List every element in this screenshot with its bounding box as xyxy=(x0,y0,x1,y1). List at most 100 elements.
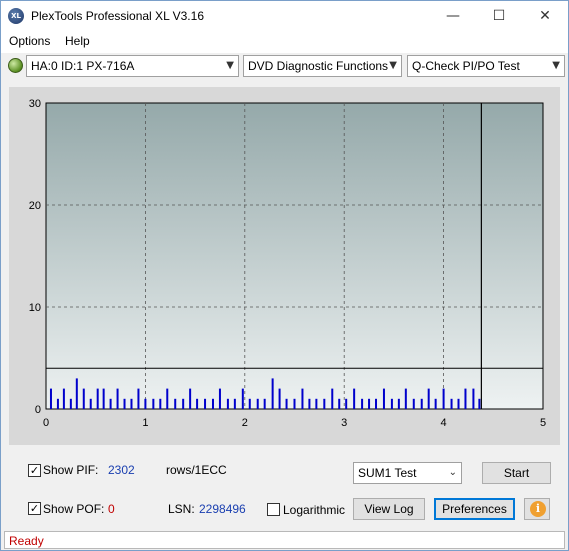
pof-value: 0 xyxy=(108,502,115,516)
pif-bar xyxy=(137,388,140,409)
x-tick-label: 3 xyxy=(341,417,347,429)
y-tick-label: 10 xyxy=(29,302,41,314)
pif-bar xyxy=(412,398,415,409)
pif-bar xyxy=(368,398,371,409)
show-pif-checkbox[interactable]: ✓ xyxy=(28,464,41,477)
pif-bar xyxy=(353,388,356,409)
function-select[interactable]: DVD Diagnostic Functions ▼ xyxy=(243,55,402,77)
status-text: Ready xyxy=(9,534,44,548)
app-logo-icon: XL xyxy=(8,8,24,24)
close-button[interactable]: ✕ xyxy=(522,1,568,31)
pif-bar xyxy=(123,398,126,409)
status-bar: Ready xyxy=(4,531,565,549)
pif-bar xyxy=(75,378,78,409)
chart-panel: 0 1 2 3 4 5 0 10 20 30 xyxy=(9,87,560,445)
show-pof-checkbox[interactable]: ✓ xyxy=(28,502,41,515)
pif-bar xyxy=(315,398,318,409)
info-icon: i xyxy=(530,501,546,517)
pif-bar xyxy=(211,398,214,409)
lsn-value: 2298496 xyxy=(199,502,246,516)
pif-bar xyxy=(278,388,281,409)
start-button[interactable]: Start xyxy=(482,462,551,484)
drive-status-icon xyxy=(8,58,23,73)
logarithmic-label: Logarithmic xyxy=(283,503,346,517)
pif-bar xyxy=(89,398,92,409)
chevron-down-icon: ▼ xyxy=(389,60,397,71)
pif-bar xyxy=(338,398,341,409)
pif-bar xyxy=(241,388,244,409)
pif-value: 2302 xyxy=(108,463,135,477)
pif-bar xyxy=(182,398,185,409)
pif-bar xyxy=(464,388,467,409)
sum-test-select[interactable]: SUM1 Test ⌄ xyxy=(353,462,462,484)
pif-bar xyxy=(331,388,334,409)
pif-bar xyxy=(56,398,59,409)
show-pif-label: Show PIF: xyxy=(43,463,99,477)
pif-bar xyxy=(218,388,221,409)
pif-bar xyxy=(69,398,72,409)
view-log-button[interactable]: View Log xyxy=(353,498,425,520)
pif-bar xyxy=(478,398,481,409)
test-select[interactable]: Q-Check PI/PO Test ▼ xyxy=(407,55,565,77)
pif-bar xyxy=(82,388,85,409)
x-tick-label: 4 xyxy=(441,417,447,429)
logarithmic-checkbox[interactable] xyxy=(267,503,280,516)
window-title: PlexTools Professional XL V3.16 xyxy=(31,9,204,23)
pif-bar xyxy=(293,398,296,409)
pif-bar xyxy=(130,398,133,409)
pif-bar xyxy=(196,398,199,409)
pif-bar xyxy=(248,398,251,409)
pif-bar xyxy=(420,398,423,409)
pif-bar xyxy=(375,398,378,409)
minimize-button[interactable]: — xyxy=(430,1,476,31)
lsn-label: LSN: xyxy=(168,502,195,516)
drive-select[interactable]: HA:0 ID:1 PX-716A ▼ xyxy=(26,55,239,77)
pif-bar xyxy=(427,388,430,409)
info-button[interactable]: i xyxy=(524,498,550,520)
pif-bar xyxy=(189,388,192,409)
pif-bar xyxy=(109,398,112,409)
pif-bar xyxy=(285,398,288,409)
y-tick-label: 30 xyxy=(29,98,41,110)
pif-bar xyxy=(308,398,311,409)
chevron-down-icon: ⌄ xyxy=(448,467,457,478)
pi-po-chart: 0 1 2 3 4 5 0 10 20 30 xyxy=(29,98,546,429)
pif-bar xyxy=(472,388,475,409)
menu-bar: Options Help xyxy=(1,31,568,53)
pif-bar xyxy=(102,388,105,409)
pif-bar xyxy=(323,398,326,409)
pif-bar xyxy=(144,398,147,409)
pif-bar xyxy=(204,398,207,409)
controls-panel: ✓ Show PIF: 2302 rows/1ECC SUM1 Test ⌄ S… xyxy=(9,452,560,529)
pif-bar xyxy=(442,388,445,409)
function-select-value: DVD Diagnostic Functions xyxy=(248,59,389,73)
pif-bar xyxy=(404,388,407,409)
pif-bar xyxy=(233,398,236,409)
pif-bar xyxy=(256,398,259,409)
pif-bar xyxy=(345,398,348,409)
pif-bar xyxy=(174,398,177,409)
pif-bar xyxy=(226,398,229,409)
x-tick-label: 1 xyxy=(142,417,148,429)
pif-bar xyxy=(49,388,52,409)
pif-bar xyxy=(159,398,162,409)
pif-unit: rows/1ECC xyxy=(166,463,227,477)
maximize-button[interactable]: ☐ xyxy=(476,1,522,31)
menu-options[interactable]: Options xyxy=(9,34,50,48)
pif-bar xyxy=(152,398,155,409)
pif-bar xyxy=(263,398,266,409)
chevron-down-icon: ▼ xyxy=(226,60,234,71)
pif-bar xyxy=(390,398,393,409)
pif-bar xyxy=(166,388,169,409)
drive-select-value: HA:0 ID:1 PX-716A xyxy=(31,59,135,73)
y-tick-label: 20 xyxy=(29,200,41,212)
app-window: XL PlexTools Professional XL V3.16 — ☐ ✕… xyxy=(0,0,569,551)
menu-help[interactable]: Help xyxy=(65,34,90,48)
pif-bar xyxy=(301,388,304,409)
test-select-value: Q-Check PI/PO Test xyxy=(412,59,520,73)
x-tick-label: 5 xyxy=(540,417,546,429)
pif-bar xyxy=(434,398,437,409)
preferences-button[interactable]: Preferences xyxy=(434,498,515,520)
pif-bar xyxy=(397,398,400,409)
x-tick-label: 2 xyxy=(242,417,248,429)
